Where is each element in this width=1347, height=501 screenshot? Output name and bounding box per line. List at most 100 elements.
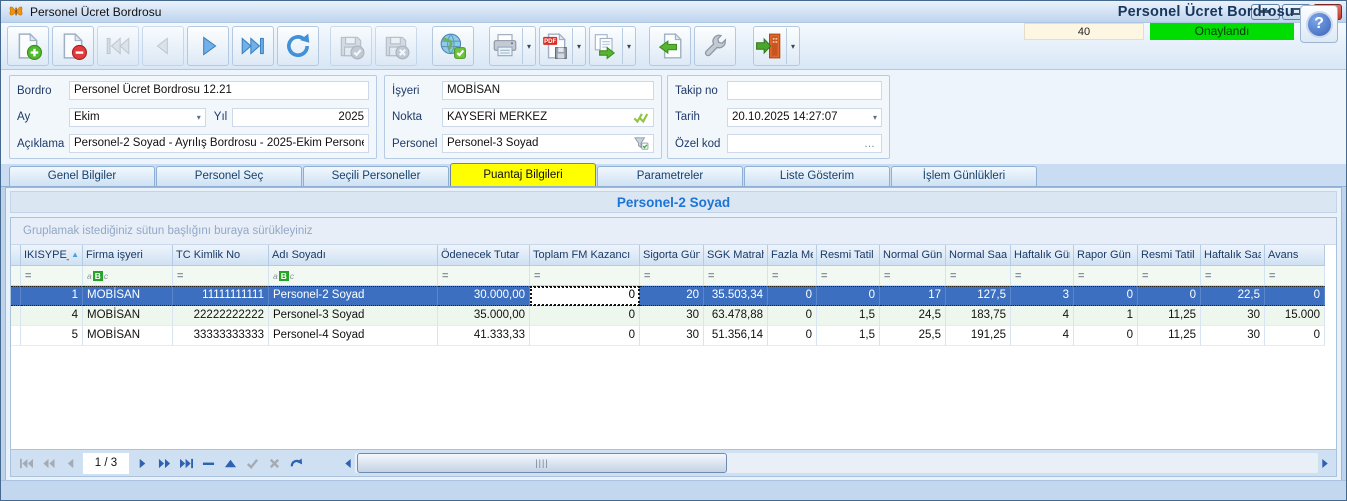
- group-by-box[interactable]: Gruplamak istediğiniz sütun başlığını bu…: [11, 218, 1336, 245]
- takip-field[interactable]: [727, 81, 882, 100]
- column-header-2[interactable]: TC Kimlik No: [173, 245, 269, 266]
- copy-transfer-button[interactable]: ▾: [589, 26, 636, 66]
- filter-cell-4[interactable]: =: [438, 266, 530, 286]
- cell-0-2[interactable]: 11111111111: [173, 286, 269, 306]
- cell-1-13[interactable]: 1: [1074, 306, 1138, 326]
- tab-6[interactable]: İşlem Günlükleri: [891, 166, 1037, 186]
- copy-transfer-dropdown[interactable]: ▾: [622, 28, 635, 64]
- filter-cell-8[interactable]: =: [768, 266, 817, 286]
- cell-0-4[interactable]: 30.000,00: [438, 286, 530, 306]
- filter-check-icon[interactable]: [633, 137, 649, 150]
- scroll-left-icon[interactable]: [341, 455, 355, 472]
- column-header-8[interactable]: Fazla Mesai: [768, 245, 817, 266]
- column-header-6[interactable]: Sigorta Günü: [640, 245, 704, 266]
- cell-0-5[interactable]: 0: [530, 286, 640, 306]
- isyeri-field[interactable]: MOBİSAN: [442, 81, 654, 100]
- move-next-button[interactable]: [131, 453, 153, 474]
- print-button[interactable]: ▾: [489, 26, 536, 66]
- column-header-4[interactable]: Ödenecek Tutar: [438, 245, 530, 266]
- cell-0-11[interactable]: 127,5: [946, 286, 1011, 306]
- column-header-14[interactable]: Resmi Tatil Saat: [1138, 245, 1201, 266]
- cell-1-1[interactable]: MOBİSAN: [83, 306, 173, 326]
- filter-cell-6[interactable]: =: [640, 266, 704, 286]
- cell-2-0[interactable]: 5: [21, 326, 83, 346]
- cell-1-4[interactable]: 35.000,00: [438, 306, 530, 326]
- print-dropdown[interactable]: ▾: [522, 28, 535, 64]
- help-button[interactable]: ?: [1300, 5, 1338, 43]
- cell-1-14[interactable]: 11,25: [1138, 306, 1201, 326]
- cell-2-15[interactable]: 30: [1201, 326, 1265, 346]
- cell-0-8[interactable]: 0: [768, 286, 817, 306]
- scrollbar-thumb[interactable]: ||||: [357, 453, 727, 473]
- column-header-15[interactable]: Haftalık Saat: [1201, 245, 1265, 266]
- filter-cell-13[interactable]: =: [1074, 266, 1138, 286]
- cell-2-3[interactable]: Personel-4 Soyad: [269, 326, 438, 346]
- cell-2-16[interactable]: 0: [1265, 326, 1325, 346]
- delete-row-button[interactable]: [197, 453, 219, 474]
- filter-cell-10[interactable]: =: [880, 266, 946, 286]
- column-header-9[interactable]: Resmi Tatil: [817, 245, 880, 266]
- cell-0-12[interactable]: 3: [1011, 286, 1074, 306]
- filter-cell-5[interactable]: =: [530, 266, 640, 286]
- tab-4[interactable]: Parametreler: [597, 166, 743, 186]
- exit-dropdown[interactable]: ▾: [786, 28, 799, 64]
- horizontal-scrollbar[interactable]: ||||: [341, 453, 1332, 474]
- cell-1-9[interactable]: 1,5: [817, 306, 880, 326]
- collapse-button[interactable]: [219, 453, 241, 474]
- filter-cell-0[interactable]: =: [21, 266, 83, 286]
- web-approve-button[interactable]: [432, 26, 474, 66]
- yil-field[interactable]: 2025: [232, 108, 369, 127]
- filter-cell-3[interactable]: aBc: [269, 266, 438, 286]
- cell-0-16[interactable]: 0: [1265, 286, 1325, 306]
- cell-0-0[interactable]: 1: [21, 286, 83, 306]
- cell-1-2[interactable]: 22222222222: [173, 306, 269, 326]
- cell-2-11[interactable]: 191,25: [946, 326, 1011, 346]
- move-last-button[interactable]: [175, 453, 197, 474]
- cell-1-3[interactable]: Personel-3 Soyad: [269, 306, 438, 326]
- filter-cell-15[interactable]: =: [1201, 266, 1265, 286]
- cell-0-14[interactable]: 0: [1138, 286, 1201, 306]
- cell-1-6[interactable]: 30: [640, 306, 704, 326]
- cell-2-13[interactable]: 0: [1074, 326, 1138, 346]
- exit-button[interactable]: ▾: [753, 26, 800, 66]
- cell-2-5[interactable]: 0: [530, 326, 640, 346]
- cell-0-13[interactable]: 0: [1074, 286, 1138, 306]
- tab-3[interactable]: Puantaj Bilgileri: [450, 163, 596, 186]
- cell-1-10[interactable]: 24,5: [880, 306, 946, 326]
- filter-cell-7[interactable]: =: [704, 266, 768, 286]
- filter-cell-1[interactable]: aBc: [83, 266, 173, 286]
- tab-0[interactable]: Genel Bilgiler: [9, 166, 155, 186]
- cell-1-7[interactable]: 63.478,88: [704, 306, 768, 326]
- ay-select[interactable]: Ekim ▾: [69, 108, 206, 127]
- bordro-field[interactable]: Personel Ücret Bordrosu 12.21: [69, 81, 369, 100]
- column-header-13[interactable]: Rapor Gün: [1074, 245, 1138, 266]
- personel-field[interactable]: Personel-3 Soyad: [442, 134, 654, 153]
- column-header-11[interactable]: Normal Saat: [946, 245, 1011, 266]
- cell-2-2[interactable]: 33333333333: [173, 326, 269, 346]
- cell-0-3[interactable]: Personel-2 Soyad: [269, 286, 438, 306]
- column-header-12[interactable]: Haftalık Gün: [1011, 245, 1074, 266]
- refresh-button[interactable]: [277, 26, 319, 66]
- tarih-field[interactable]: 20.10.2025 14:27:07 ▾: [727, 108, 882, 127]
- cell-2-8[interactable]: 0: [768, 326, 817, 346]
- cell-2-14[interactable]: 11,25: [1138, 326, 1201, 346]
- page-next-button[interactable]: [153, 453, 175, 474]
- cell-0-6[interactable]: 20: [640, 286, 704, 306]
- tab-1[interactable]: Personel Seç: [156, 166, 302, 186]
- filter-cell-11[interactable]: =: [946, 266, 1011, 286]
- cell-2-6[interactable]: 30: [640, 326, 704, 346]
- cell-2-10[interactable]: 25,5: [880, 326, 946, 346]
- cell-1-8[interactable]: 0: [768, 306, 817, 326]
- cell-1-11[interactable]: 183,75: [946, 306, 1011, 326]
- scrollbar-track[interactable]: ||||: [355, 453, 1318, 473]
- export-pdf-button[interactable]: PDF▾: [539, 26, 586, 66]
- cell-2-4[interactable]: 41.333,33: [438, 326, 530, 346]
- column-header-1[interactable]: Firma işyeri: [83, 245, 173, 266]
- cell-2-12[interactable]: 4: [1011, 326, 1074, 346]
- column-header-16[interactable]: Avans: [1265, 245, 1325, 266]
- nokta-field[interactable]: KAYSERİ MERKEZ: [442, 108, 654, 127]
- table-row-2[interactable]: 5MOBİSAN33333333333Personel-4 Soyad41.33…: [11, 326, 1336, 346]
- filter-cell-16[interactable]: =: [1265, 266, 1325, 286]
- scroll-right-icon[interactable]: [1318, 455, 1332, 472]
- tab-2[interactable]: Seçili Personeller: [303, 166, 449, 186]
